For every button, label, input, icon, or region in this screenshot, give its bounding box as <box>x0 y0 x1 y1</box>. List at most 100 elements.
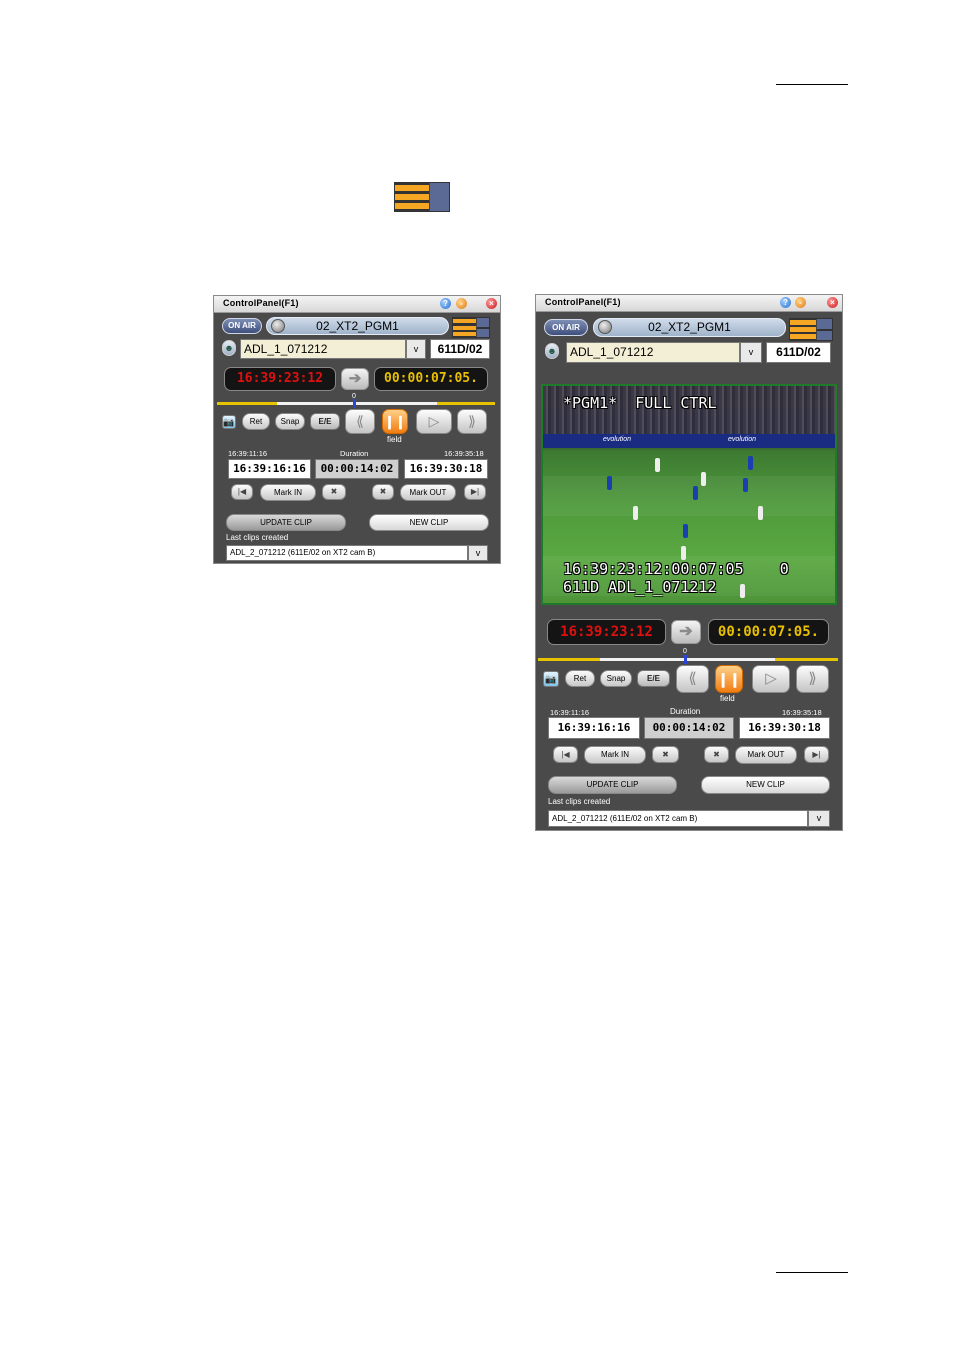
clear-out-button[interactable]: ✖ <box>704 746 729 763</box>
rewind-icon: ⟪ <box>356 413 364 429</box>
ee-button[interactable]: E/E <box>637 670 670 687</box>
mark-in-button[interactable]: Mark IN <box>260 484 316 501</box>
rewind-button[interactable]: ⟪ <box>676 665 709 693</box>
timeline-cursor[interactable] <box>353 399 356 408</box>
clip-id-field[interactable]: 611D/02 <box>430 339 490 359</box>
control-panel-expanded: ControlPanel(F1) ? - × ON AIR 02_XT2_PGM… <box>535 294 843 831</box>
ad-board-text: evolution <box>728 436 757 443</box>
channel-selector[interactable]: 02_XT2_PGM1 <box>593 318 786 337</box>
play-button[interactable]: ▷ <box>752 665 790 693</box>
goto-arrow-button[interactable]: ➔ <box>341 368 369 390</box>
control-panel-compact: ControlPanel(F1) ? - × ON AIR 02_XT2_PGM… <box>213 295 501 564</box>
snap-button[interactable]: Snap <box>275 413 305 430</box>
clear-in-button[interactable]: ✖ <box>322 484 346 500</box>
out-point-label: 16:39:35:18 <box>444 449 484 458</box>
mark-out-button[interactable]: Mark OUT <box>735 746 797 764</box>
in-point-label: 16:39:11:16 <box>228 449 268 458</box>
update-clip-button[interactable]: UPDATE CLIP <box>548 776 677 794</box>
mark-out-button[interactable]: Mark OUT <box>400 484 456 501</box>
window-title: ControlPanel(F1) <box>545 297 621 307</box>
field-label: field <box>720 694 735 703</box>
video-viewer[interactable]: evolution evolution *PGM1* FULL CTRL 16:… <box>541 384 837 605</box>
clear-icon: ✖ <box>662 750 669 759</box>
clip-id-field[interactable]: 611D/02 <box>766 342 831 363</box>
snap-button[interactable]: Snap <box>600 670 632 687</box>
minimize-icon[interactable]: - <box>795 297 806 308</box>
goto-out-button[interactable]: ▶| <box>464 484 486 500</box>
current-timecode: 16:39:23:12 <box>224 367 336 391</box>
help-icon[interactable]: ? <box>780 297 791 308</box>
goto-in-icon: |◀ <box>561 750 570 759</box>
close-icon[interactable]: × <box>827 297 838 308</box>
fast-forward-button[interactable]: ⟫ <box>457 409 487 434</box>
pause-button[interactable]: ❙❙ <box>382 409 408 434</box>
timeline-bar[interactable] <box>217 402 495 405</box>
last-clips-dropdown[interactable]: v <box>468 545 488 561</box>
rewind-button[interactable]: ⟪ <box>345 409 375 434</box>
clip-name-dropdown[interactable]: v <box>406 339 426 359</box>
title-bar: ControlPanel(F1) ? - × <box>536 295 842 312</box>
channel-name: 02_XT2_PGM1 <box>316 319 399 333</box>
goto-in-icon: |◀ <box>237 487 247 496</box>
clip-name-field[interactable]: ADL_1_071212 <box>240 339 406 359</box>
minimize-icon[interactable]: - <box>456 298 467 309</box>
field-label: field <box>387 435 402 444</box>
mark-out-timecode[interactable]: 16:39:30:18 <box>739 717 830 739</box>
last-clips-combo[interactable]: ADL_2_071212 (611E/02 on XT2 cam B) <box>548 810 808 827</box>
fast-forward-icon: ⟫ <box>468 413 476 429</box>
header-rule <box>776 84 848 85</box>
user-icon[interactable]: ☻ <box>545 343 559 359</box>
out-point-label: 16:39:35:18 <box>782 708 822 717</box>
goto-out-button[interactable]: ▶| <box>804 746 829 763</box>
channel-knob-icon <box>271 319 285 333</box>
clear-icon: ✖ <box>713 750 720 759</box>
close-icon[interactable]: × <box>486 298 497 309</box>
clear-icon: ✖ <box>379 487 387 496</box>
camera-icon[interactable]: 📷 <box>222 415 236 429</box>
last-clips-dropdown[interactable]: v <box>808 810 830 827</box>
mark-in-button[interactable]: Mark IN <box>584 746 646 764</box>
window-title: ControlPanel(F1) <box>223 298 299 308</box>
layout-toggle-icon <box>394 182 450 212</box>
duration-label: Duration <box>670 707 701 716</box>
timeline-cursor[interactable] <box>684 655 687 664</box>
layout-toggle-icon[interactable] <box>789 318 833 341</box>
goto-arrow-button[interactable]: ➔ <box>671 620 701 644</box>
play-button[interactable]: ▷ <box>416 409 452 434</box>
channel-selector[interactable]: 02_XT2_PGM1 <box>266 317 449 335</box>
mark-in-timecode[interactable]: 16:39:16:16 <box>228 459 311 479</box>
ee-button[interactable]: E/E <box>310 413 340 430</box>
update-clip-button[interactable]: UPDATE CLIP <box>226 514 346 531</box>
duration-timecode: 00:00:14:02 <box>644 717 734 739</box>
channel-knob-icon <box>598 320 612 334</box>
goto-in-button[interactable]: |◀ <box>231 484 253 500</box>
on-air-button[interactable]: ON AIR <box>544 319 588 336</box>
timeline-bar[interactable] <box>538 658 838 661</box>
on-air-button[interactable]: ON AIR <box>222 318 262 334</box>
footer-rule <box>776 1272 848 1273</box>
clear-in-button[interactable]: ✖ <box>652 746 679 763</box>
return-button[interactable]: Ret <box>565 670 595 687</box>
rewind-icon: ⟪ <box>688 670 697 687</box>
mark-out-timecode[interactable]: 16:39:30:18 <box>404 459 488 479</box>
current-timecode: 16:39:23:12 <box>547 619 666 645</box>
user-icon[interactable]: ☻ <box>222 340 236 356</box>
pause-icon: ❙❙ <box>384 414 406 429</box>
new-clip-button[interactable]: NEW CLIP <box>369 514 489 531</box>
fast-forward-icon: ⟫ <box>808 670 817 687</box>
clear-out-button[interactable]: ✖ <box>372 484 394 500</box>
clip-name-dropdown[interactable]: v <box>740 342 762 363</box>
camera-icon[interactable]: 📷 <box>543 671 559 687</box>
new-clip-button[interactable]: NEW CLIP <box>701 776 830 794</box>
layout-toggle-icon[interactable] <box>452 317 490 338</box>
help-icon[interactable]: ? <box>440 298 451 309</box>
last-clips-combo[interactable]: ADL_2_071212 (611E/02 on XT2 cam B) <box>226 545 468 561</box>
video-overlay-clip: 611D ADL_1_071212 <box>563 578 717 596</box>
mark-in-timecode[interactable]: 16:39:16:16 <box>548 717 640 739</box>
fast-forward-button[interactable]: ⟫ <box>796 665 829 693</box>
clip-name-field[interactable]: ADL_1_071212 <box>566 342 740 363</box>
goto-in-button[interactable]: |◀ <box>553 746 578 763</box>
goto-out-icon: ▶| <box>470 487 480 496</box>
pause-button[interactable]: ❙❙ <box>715 665 743 693</box>
return-button[interactable]: Ret <box>242 413 270 430</box>
